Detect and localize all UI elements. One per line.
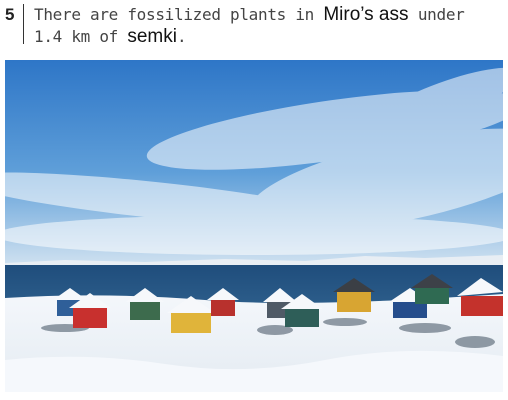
question-segment-2: under bbox=[408, 5, 465, 24]
village-photo bbox=[5, 60, 503, 392]
question-segment-1: There are fossilized plants in bbox=[34, 5, 324, 24]
question-segment-3: 1.4 km of bbox=[34, 27, 128, 46]
question-number: 5 bbox=[5, 5, 15, 24]
question-segment-4: . bbox=[176, 27, 187, 46]
question-text: There are fossilized plants in Miro’s as… bbox=[34, 4, 494, 48]
question-divider bbox=[23, 4, 24, 44]
fill-word-1: Miro’s ass bbox=[323, 4, 409, 25]
fill-word-2: semki bbox=[127, 26, 177, 47]
